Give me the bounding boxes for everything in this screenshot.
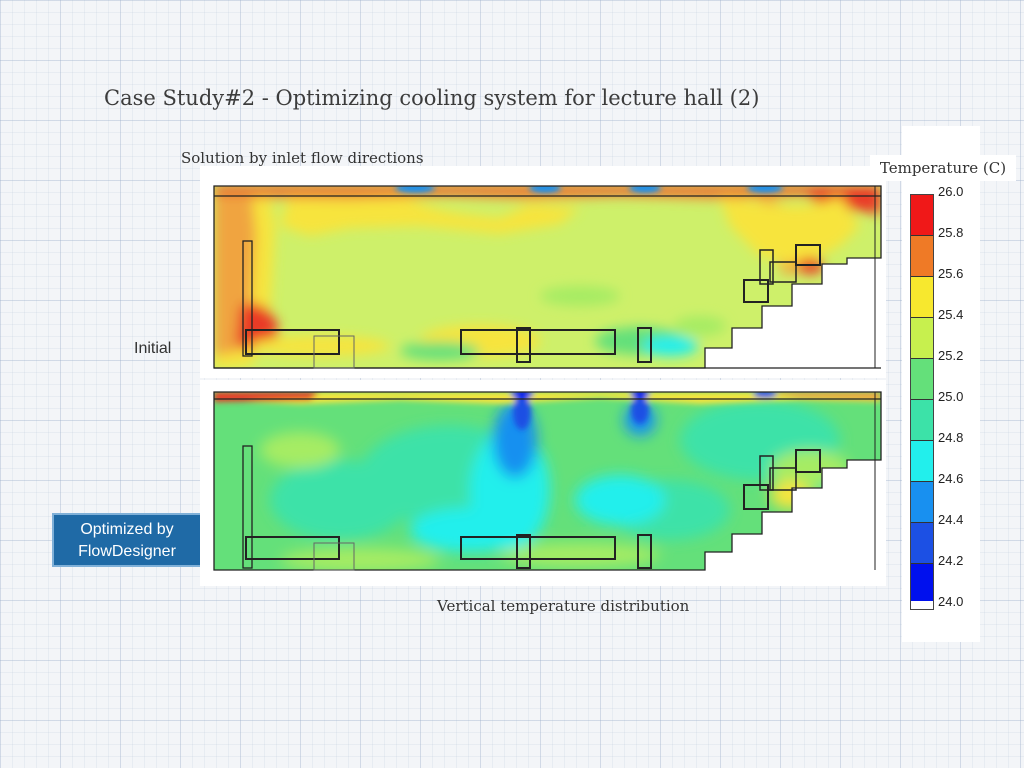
optimized-label-line: Optimized by: [80, 521, 174, 538]
diagram-subtitle: Solution by inlet flow directions: [181, 149, 424, 167]
initial-label: Initial: [134, 340, 172, 357]
optimized-label: Optimized by FlowDesigner: [52, 513, 202, 567]
slide-title: Case Study#2 - Optimizing cooling system…: [104, 86, 760, 110]
colorbar-segment: [911, 318, 933, 359]
colorbar-segment: [911, 441, 933, 482]
colorbar-tick-label: 24.0: [938, 594, 964, 609]
diagram-caption: Vertical temperature distribution: [437, 597, 690, 615]
colorbar-segment: [911, 400, 933, 441]
colorbar-tick-label: 24.4: [938, 512, 964, 527]
initial-contour-plot: [213, 185, 882, 369]
optimized-contour-panel: [200, 380, 886, 586]
colorbar-segment: [911, 564, 933, 601]
colorbar-title: Temperature (C): [870, 155, 1016, 181]
colorbar-segment: [911, 236, 933, 277]
colorbar-tick-label: 25.4: [938, 307, 964, 322]
colorbar-segment: [911, 523, 933, 564]
colorbar-tick-label: 24.8: [938, 430, 964, 445]
colorbar-segment: [911, 482, 933, 523]
colorbar-segment: [911, 195, 933, 236]
colorbar-tick-label: 25.6: [938, 266, 964, 281]
colorbar-tick-label: 26.0: [938, 184, 964, 199]
colorbar-tick-label: 25.2: [938, 348, 964, 363]
colorbar: [910, 194, 934, 610]
colorbar-segment: [911, 359, 933, 400]
colorbar-tick-label: 25.0: [938, 389, 964, 404]
optimized-label-line: FlowDesigner: [78, 543, 176, 560]
colorbar-tick-label: 24.2: [938, 553, 964, 568]
colorbar-tick-label: 24.6: [938, 471, 964, 486]
colorbar-tick-label: 25.8: [938, 225, 964, 240]
colorbar-segment: [911, 277, 933, 318]
optimized-contour-plot: [213, 391, 882, 571]
initial-contour-panel: [200, 166, 886, 378]
